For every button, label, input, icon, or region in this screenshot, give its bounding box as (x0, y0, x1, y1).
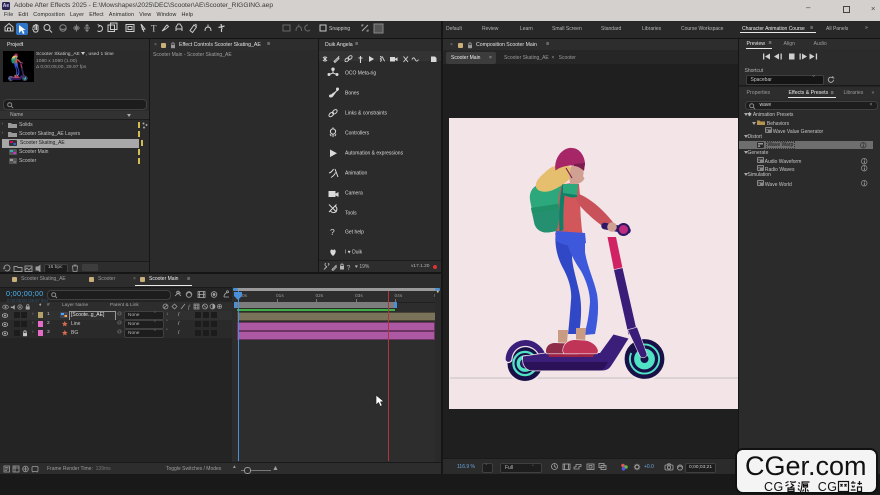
svg-text:?: ? (330, 227, 335, 237)
svg-text:T: T (151, 24, 157, 34)
svg-text:f: f (188, 304, 191, 310)
svg-text:I ♥ Duik: I ♥ Duik (345, 250, 363, 256)
svg-text:Animation: Animation (345, 171, 367, 177)
svg-text:Camera: Camera (345, 191, 363, 197)
svg-text:Tools: Tools (345, 211, 357, 217)
svg-text:?: ? (347, 265, 351, 271)
svg-text:Get help: Get help (345, 230, 364, 236)
svg-text:Automation & expressions: Automation & expressions (345, 151, 404, 157)
svg-text:Links & constraints: Links & constraints (345, 111, 387, 117)
svg-text:OCO Meta-rig: OCO Meta-rig (345, 71, 376, 77)
svg-text:Bones: Bones (345, 91, 360, 97)
svg-text:Controllers: Controllers (345, 131, 370, 137)
